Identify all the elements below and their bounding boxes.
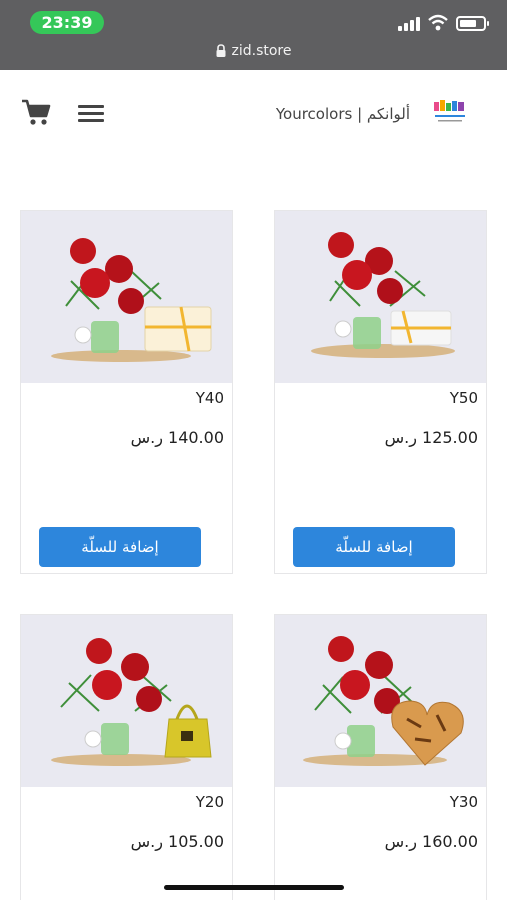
product-card[interactable]: Y50 125.00 ر.س إضافة للسلّة bbox=[274, 210, 487, 574]
product-price: 125.00 ر.س bbox=[384, 428, 478, 447]
product-name[interactable]: Y50 bbox=[450, 389, 478, 407]
product-price: 160.00 ر.س bbox=[384, 832, 478, 851]
add-to-cart-button[interactable]: إضافة للسلّة bbox=[39, 527, 201, 567]
product-name[interactable]: Y20 bbox=[196, 793, 224, 811]
product-card[interactable]: Y20 105.00 ر.س bbox=[20, 614, 233, 900]
home-indicator[interactable] bbox=[164, 885, 344, 890]
browser-top-bar: 23:39 zid.store bbox=[0, 0, 507, 70]
store-name[interactable]: ألوانكم | Yourcolors bbox=[230, 105, 410, 123]
lock-icon bbox=[216, 44, 225, 57]
product-image[interactable] bbox=[275, 615, 486, 787]
status-time: 23:39 bbox=[30, 11, 104, 34]
hamburger-menu-icon[interactable] bbox=[78, 103, 104, 123]
address-bar[interactable]: zid.store bbox=[0, 43, 507, 59]
product-image[interactable] bbox=[275, 211, 486, 383]
product-name[interactable]: Y30 bbox=[450, 793, 478, 811]
product-image[interactable] bbox=[21, 615, 232, 787]
product-image[interactable] bbox=[21, 211, 232, 383]
product-card[interactable]: Y40 140.00 ر.س إضافة للسلّة bbox=[20, 210, 233, 574]
cellular-signal-icon bbox=[398, 17, 422, 31]
url-text: zid.store bbox=[231, 43, 292, 59]
battery-icon bbox=[456, 16, 489, 31]
product-card[interactable]: Y30 160.00 ر.س bbox=[274, 614, 487, 900]
add-to-cart-button[interactable]: إضافة للسلّة bbox=[293, 527, 455, 567]
product-price: 140.00 ر.س bbox=[130, 428, 224, 447]
store-logo[interactable] bbox=[432, 98, 468, 128]
wifi-icon bbox=[428, 14, 448, 31]
cart-icon[interactable] bbox=[20, 98, 52, 126]
product-price: 105.00 ر.س bbox=[130, 832, 224, 851]
site-header: ألوانكم | Yourcolors bbox=[0, 70, 507, 160]
product-name[interactable]: Y40 bbox=[196, 389, 224, 407]
